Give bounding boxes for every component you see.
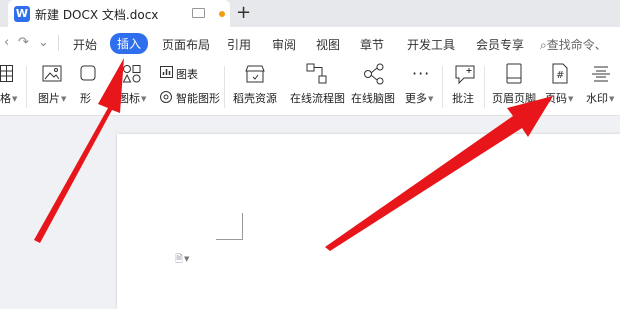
red-arrow-to-page-number xyxy=(325,96,553,251)
red-arrow-to-insert xyxy=(34,58,124,243)
annotation-arrows xyxy=(34,58,553,251)
